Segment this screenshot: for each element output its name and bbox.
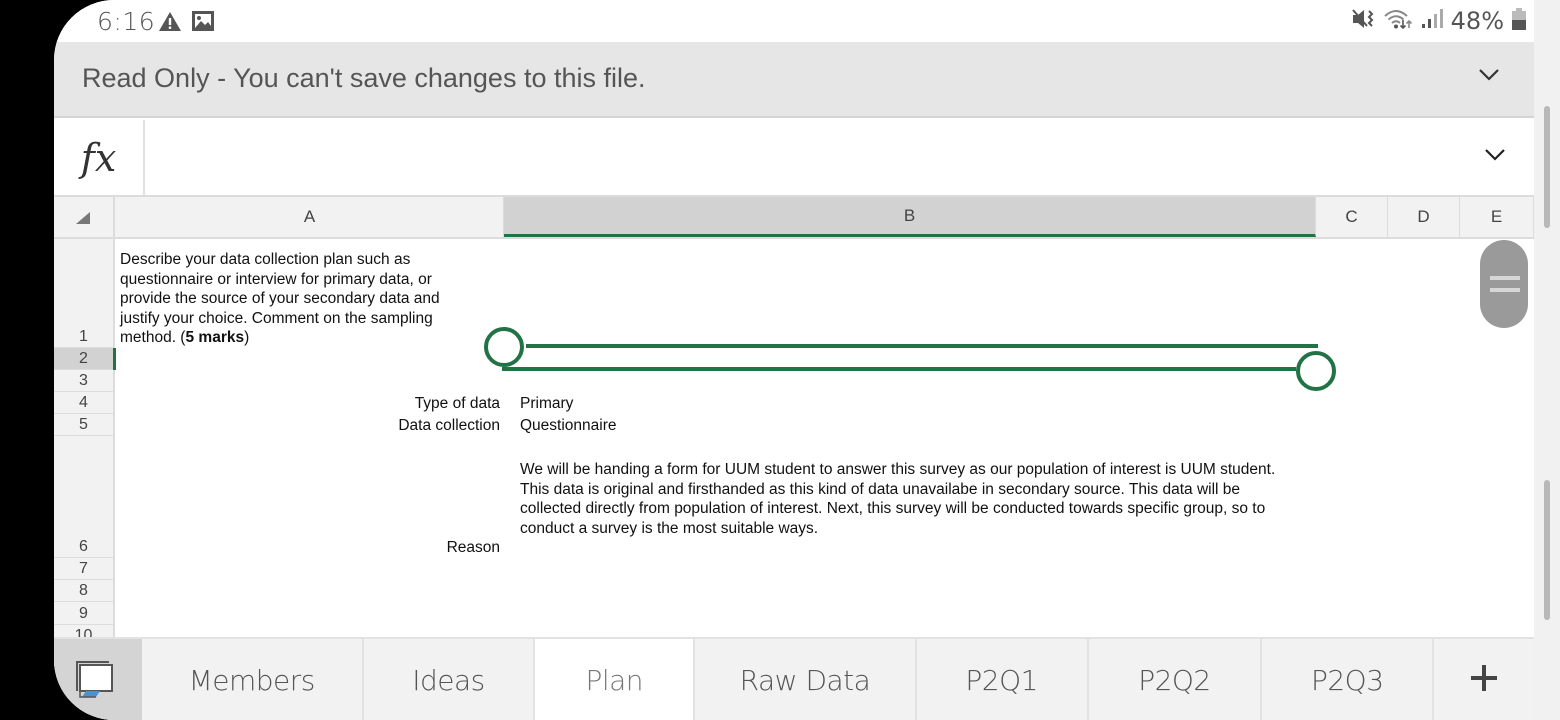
- signal-icon: [1421, 8, 1443, 35]
- cell-a1-text: Describe your data collection plan such …: [120, 251, 440, 346]
- thumb-grip-line: [1490, 276, 1520, 280]
- column-header-a[interactable]: A: [116, 197, 504, 237]
- right-scroll-gutter: [1534, 0, 1560, 720]
- row-header-9[interactable]: 9: [54, 602, 113, 625]
- cell-b4[interactable]: Primary: [520, 394, 1020, 414]
- column-header-b[interactable]: B: [504, 197, 1316, 237]
- sheet-tabs-bar: Members Ideas Plan Raw Data P2Q1 P2Q2 P2…: [54, 637, 1534, 720]
- row-header-5[interactable]: 5: [54, 414, 113, 436]
- cell-b6[interactable]: We will be handing a form for UUM studen…: [520, 460, 1300, 538]
- column-headers: A B C D E: [54, 197, 1534, 239]
- battery-percent: 48%: [1450, 7, 1504, 35]
- thumb-grip-line: [1490, 288, 1520, 292]
- select-all-corner[interactable]: [54, 197, 115, 237]
- sheet-tab-members[interactable]: Members: [142, 639, 364, 720]
- row-header-8[interactable]: 8: [54, 580, 113, 602]
- row-header-4[interactable]: 4: [54, 392, 113, 414]
- sheet-tab-raw-data[interactable]: Raw Data: [695, 639, 917, 720]
- image-icon: [192, 11, 214, 36]
- column-header-c[interactable]: C: [1316, 197, 1388, 237]
- sheet-tab-p2q1[interactable]: P2Q1: [917, 639, 1089, 720]
- scroll-thumb-handle[interactable]: [1480, 240, 1528, 328]
- formula-input[interactable]: [147, 120, 1474, 195]
- status-right-group: 48%: [1351, 6, 1526, 36]
- read-only-message: Read Only - You can't save changes to th…: [82, 63, 646, 93]
- status-time: 6:16: [97, 7, 156, 36]
- cell-a1[interactable]: Describe your data collection plan such …: [120, 250, 480, 348]
- wifi-icon: [1383, 8, 1413, 35]
- sheet-tab-ideas[interactable]: Ideas: [364, 639, 536, 720]
- row-header-2[interactable]: 2: [54, 348, 113, 370]
- sheet-tab-plan[interactable]: Plan: [535, 639, 696, 720]
- select-all-triangle-icon: [76, 212, 90, 224]
- selection-end-handle[interactable]: [1296, 351, 1336, 391]
- row-header-3[interactable]: 3: [54, 370, 113, 392]
- sheet-switcher-button[interactable]: [54, 639, 142, 720]
- sheet-tab-p2q3[interactable]: P2Q3: [1262, 639, 1435, 720]
- row-header-10[interactable]: 10: [54, 625, 113, 637]
- sheets-icon: [76, 661, 114, 704]
- cell-b5[interactable]: Questionnaire: [520, 416, 1020, 436]
- cell-a6[interactable]: Reason: [120, 538, 500, 558]
- chevron-down-icon[interactable]: [1478, 68, 1500, 87]
- row-header-6[interactable]: 6: [54, 436, 113, 558]
- read-only-banner[interactable]: Read Only - You can't save changes to th…: [54, 42, 1534, 118]
- cell-a1-suffix: ): [244, 329, 250, 346]
- sheet-tab-p2q2[interactable]: P2Q2: [1089, 639, 1263, 720]
- row-header-7[interactable]: 7: [54, 558, 113, 580]
- row-headers: 1 2 3 4 5 6 7 8 9 10: [54, 239, 115, 637]
- add-sheet-button[interactable]: [1434, 639, 1534, 720]
- scrollbar-upper[interactable]: [1544, 106, 1550, 228]
- column-header-e[interactable]: E: [1460, 197, 1534, 237]
- spreadsheet-grid[interactable]: Describe your data collection plan such …: [116, 239, 1534, 637]
- cell-a4[interactable]: Type of data: [120, 394, 500, 414]
- excel-screen: 6:16 48% Read Only - You can't save chan…: [54, 0, 1560, 720]
- selection-top-border: [526, 344, 1318, 348]
- battery-icon: [1512, 7, 1526, 35]
- warning-icon: [158, 11, 182, 37]
- status-bar: 6:16 48%: [54, 0, 1534, 42]
- mute-vibrate-icon: [1351, 8, 1375, 35]
- cell-a1-marks: 5 marks: [185, 329, 245, 346]
- scrollbar-lower[interactable]: [1544, 480, 1550, 620]
- cell-a5[interactable]: Data collection: [120, 416, 500, 436]
- plus-icon: [1470, 657, 1498, 702]
- column-header-d[interactable]: D: [1388, 197, 1460, 237]
- expand-formula-chevron-icon[interactable]: [1484, 148, 1506, 167]
- formula-bar: fx: [54, 120, 1534, 197]
- row-header-1[interactable]: 1: [54, 239, 113, 348]
- selection-bottom-border: [502, 367, 1296, 371]
- fx-icon[interactable]: fx: [54, 120, 145, 195]
- selection-start-handle[interactable]: [484, 327, 524, 367]
